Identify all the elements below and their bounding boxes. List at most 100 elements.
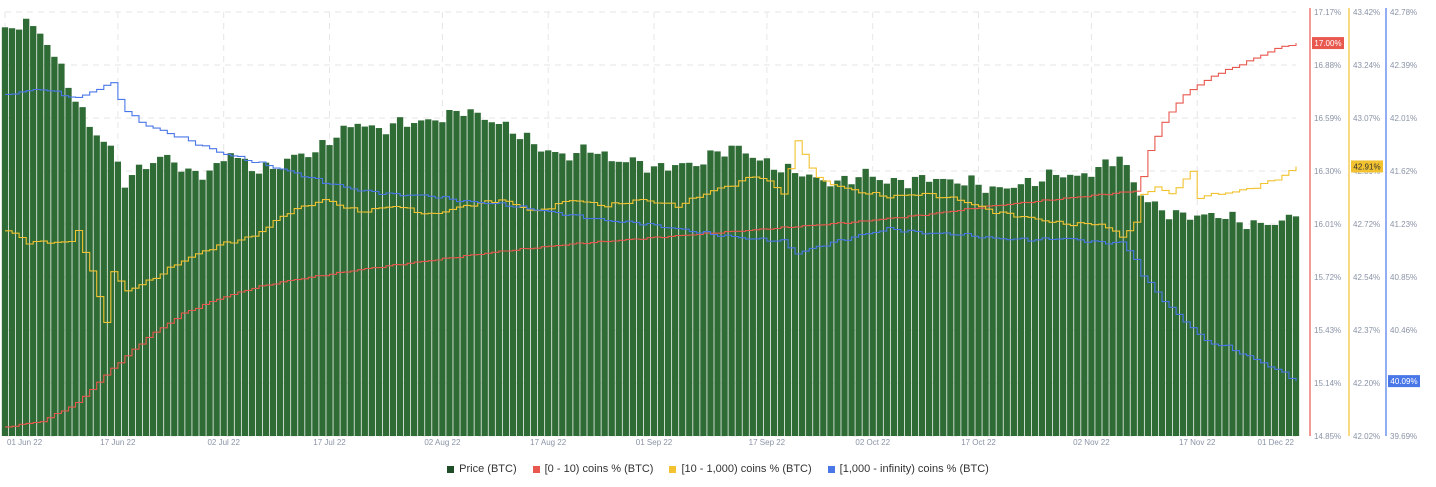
legend: Price (BTC) [0 - 10) coins % (BTC) [10 -… [0,459,1436,479]
price-bar [530,144,538,436]
price-bar [178,171,185,436]
price-bar [862,168,869,436]
price-bar [1081,173,1088,436]
price-bar [432,120,439,437]
price-bar [926,181,933,436]
price-bar [326,145,333,436]
price-bar [940,178,947,436]
price-bar [989,186,996,436]
price-bar [1067,174,1074,436]
price-bar [1271,224,1278,436]
x-tick-label: 01 Dec 22 [1258,438,1295,447]
price-bar [1257,222,1264,436]
price-bars [1,18,1300,437]
price-bar [248,171,256,436]
price-bar [763,158,771,437]
axis-10-1000-tick-label: 42.72% [1353,220,1380,229]
legend-item-1000-inf[interactable]: [1,000 - infinity) coins % (BTC) [827,463,989,475]
axis-0-10-tick-label: 14.85% [1314,432,1341,441]
price-bar [1095,167,1102,436]
price-bar [1045,169,1053,436]
axis-10-1000-tick-label: 42.37% [1353,326,1380,335]
price-bar [1236,222,1243,436]
price-bar [749,157,756,436]
axis-10-1000-value-label: 42.91% [1353,162,1380,171]
price-bar [721,156,728,437]
price-bar [933,178,940,436]
price-bar [1130,182,1137,436]
axis-10-1000-tick-label: 42.20% [1353,379,1380,388]
price-bar [1052,175,1060,436]
price-bar [523,132,531,437]
price-bar [756,160,763,436]
price-bar [164,154,171,436]
axis-1000-inf-tick-label: 40.85% [1390,273,1417,282]
price-bar [467,109,474,436]
price-bar [1264,224,1271,436]
price-bar [446,110,453,436]
price-bar [262,162,270,436]
axis-1000-inf-tick-label: 41.62% [1390,167,1417,176]
price-bar [770,169,778,436]
series-lines [5,43,1297,428]
axis-0-10-tick-label: 17.17% [1314,8,1341,17]
x-tick-label: 17 Nov 22 [1179,438,1216,447]
price-bar [820,180,827,436]
price-bar [975,184,982,436]
price-bar [382,134,390,436]
price-bar [869,176,876,436]
x-tick-label: 17 Sep 22 [749,438,786,447]
price-bar [545,150,552,436]
price-bar [961,185,968,436]
price-bar [1194,215,1201,436]
price-bar [1215,218,1222,436]
axis-1000-inf-value-label: 40.09% [1390,377,1417,386]
price-bar [1010,187,1017,436]
price-bar [1003,188,1010,436]
legend-swatch-1000-inf [827,465,835,473]
legend-swatch-0-10 [532,465,540,473]
price-bar [354,123,361,436]
legend-label-price: Price (BTC) [459,463,517,475]
price-bar [460,115,467,437]
price-bar [841,175,848,436]
x-tick-label: 02 Nov 22 [1073,438,1110,447]
axis-1000-inf-tick-label: 42.39% [1390,61,1417,70]
price-bar [806,174,813,436]
price-bar [516,139,524,437]
price-bar [657,163,665,436]
price-bar [1250,220,1257,436]
price-bar [44,44,51,436]
price-bar [128,175,136,437]
price-bar [700,164,707,437]
axis-1000-inf-tick-label: 42.78% [1390,8,1417,17]
axis-10-1000-tick-label: 43.07% [1353,114,1380,123]
price-bar [425,119,432,437]
price-bar [968,175,975,436]
price-bar [1285,214,1293,436]
axis-10-1000-tick-label: 43.42% [1353,8,1380,17]
price-bar [418,120,425,436]
axis-1000-inf-tick-label: 40.46% [1390,326,1417,335]
legend-item-10-1000[interactable]: [10 - 1,000) coins % (BTC) [669,463,812,475]
axis-0-10-tick-label: 16.30% [1314,167,1341,176]
price-bar [481,119,488,436]
price-bar [135,164,143,437]
price-bar [502,121,510,436]
chart: 01 Jun 22 17 Jun 22 02 Jul 22 17 Jul 22 02 A… [1,8,1420,447]
legend-item-price[interactable]: Price (BTC) [447,463,517,475]
axis-0-10-tick-label: 15.72% [1314,273,1341,282]
price-bar [340,125,347,436]
price-bar [791,173,799,436]
price-bar [982,192,989,436]
price-bar [305,157,312,437]
series-line-0-10 [5,43,1297,428]
price-bar [291,154,298,437]
legend-item-0-10[interactable]: [0 - 10) coins % (BTC) [532,463,653,475]
price-bar [241,158,249,437]
price-bar [735,145,742,436]
price-bar [30,26,37,437]
price-bar [601,151,608,437]
price-bar [643,172,651,436]
price-bar [834,180,841,436]
